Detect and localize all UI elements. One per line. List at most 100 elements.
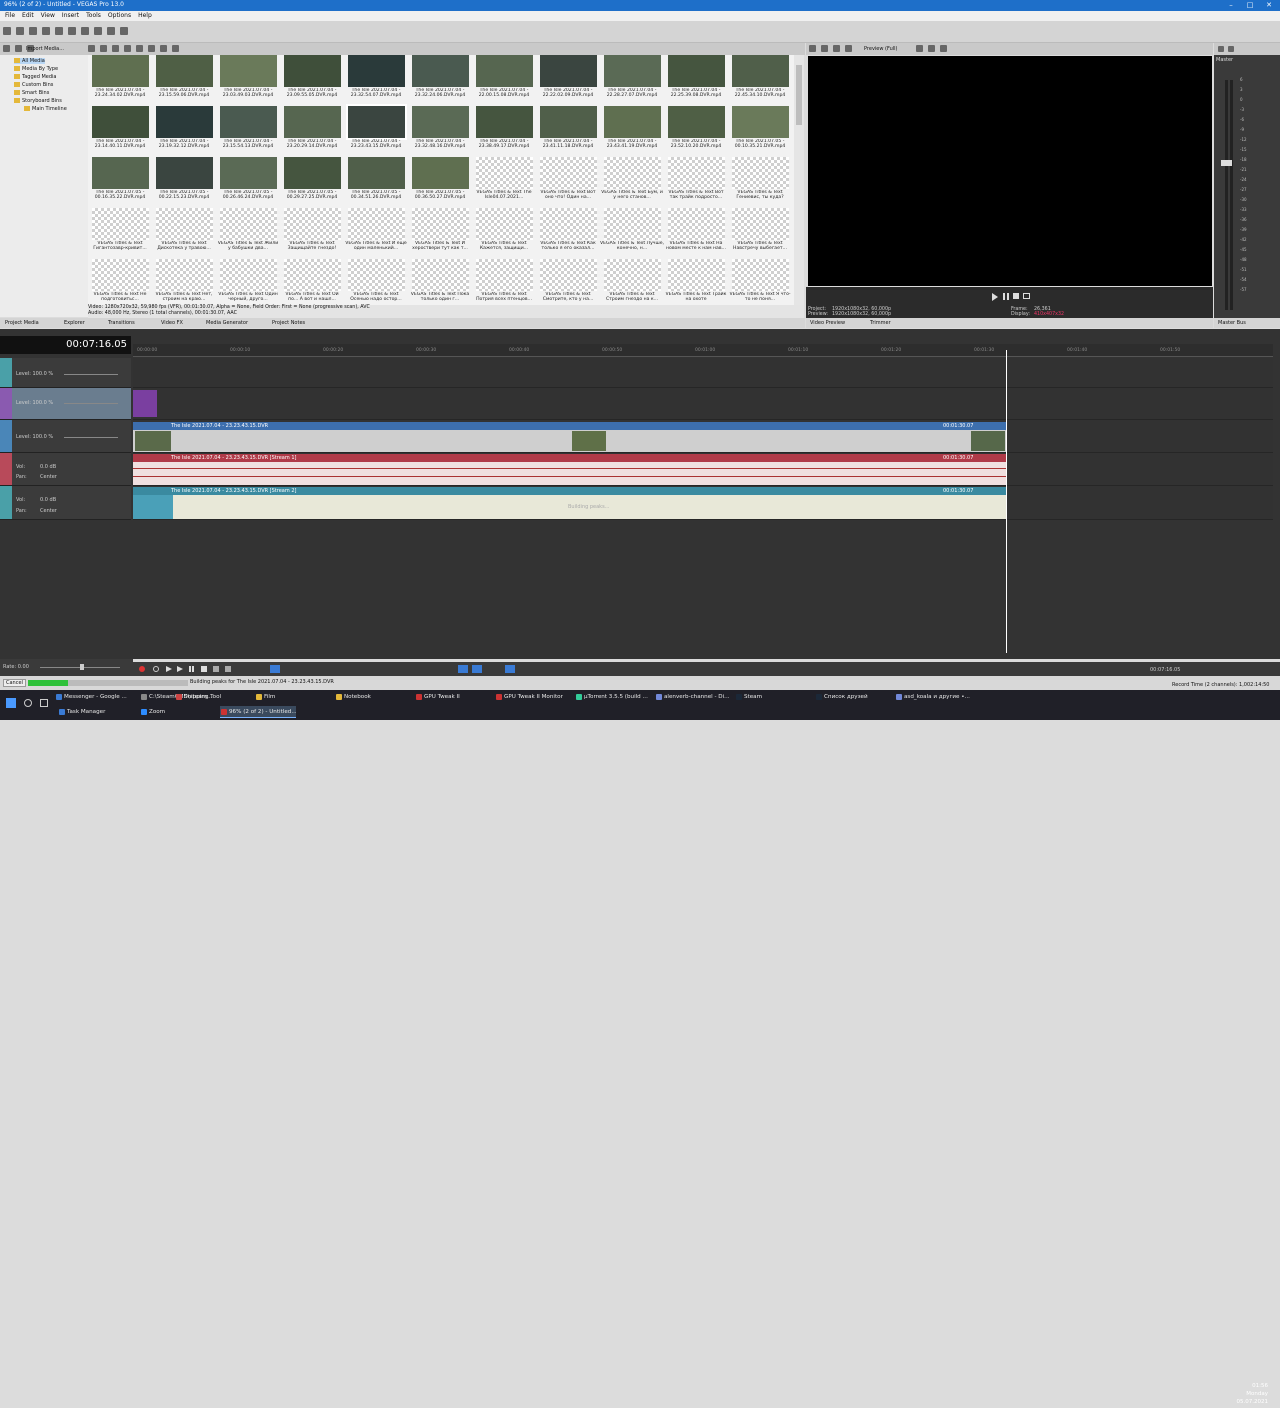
fx-icon[interactable] [1228,46,1234,52]
media-thumbnail[interactable]: VEGAS Titles & Text Трайк на охоте [664,259,728,310]
menu-help[interactable]: Help [138,11,152,21]
tab-video-fx[interactable]: Video FX [161,320,183,326]
settings-icon[interactable] [68,27,76,35]
cut-icon[interactable] [81,27,89,35]
media-thumbnail[interactable]: The Isle 2021.07.04 - 22.25.39.08.DVR.mp… [664,55,728,106]
start-icon[interactable] [6,698,16,708]
split-icon[interactable] [845,45,852,52]
media-thumbnail[interactable]: The Isle 2021.07.04 - 23.43.41.19.DVR.mp… [600,106,664,157]
import-media-button[interactable]: Import Media... [26,46,64,52]
save-snapshot-icon[interactable] [939,45,947,52]
close-button[interactable]: ✕ [1262,0,1276,11]
cancel-button[interactable]: Cancel [3,679,26,687]
media-thumbnail[interactable]: The Isle 2021.07.04 - 23.38.49.17.DVR.mp… [472,106,536,157]
media-thumbnail[interactable]: The Isle 2021.07.04 - 23.09.55.05.DVR.mp… [280,55,344,106]
playhead[interactable] [1006,350,1007,653]
media-thumbnail[interactable]: VEGAS Titles & Text Ой по... А вот и наш… [280,259,344,310]
media-thumbnail[interactable]: VEGAS Titles & Text Кажется, защищи... [472,208,536,259]
lane-audio-1[interactable]: The Isle 2021.07.04 - 23.23.43.15.DVR [S… [133,453,1273,486]
views-icon[interactable] [159,45,167,52]
media-thumbnail[interactable]: VEGAS Titles & Text Защищайте гнездо! [280,208,344,259]
media-thumbnail[interactable]: The Isle 2021.07.05 - 00.16.35.22.DVR.mp… [88,157,152,208]
media-thumbnail[interactable]: VEGAS Titles & Text Один черный, друго..… [216,259,280,310]
tree-item-custom-bins[interactable]: Custom Bins [14,82,53,88]
media-thumbnail[interactable]: VEGAS Titles & Text Жили у бабушки два..… [216,208,280,259]
overlays-icon[interactable] [915,45,923,52]
task-view-icon[interactable] [40,699,48,707]
media-thumbnail[interactable]: VEGAS Titles & Text The Isle04.07.2021..… [472,157,536,208]
taskbar-item[interactable]: asd_koala и другие •... [895,691,973,703]
media-thumbnail[interactable]: The Isle 2021.07.04 - 22.28.27.07.DVR.mp… [600,55,664,106]
stop-icon[interactable] [147,45,155,52]
maximize-button[interactable]: □ [1243,0,1257,11]
media-thumbnail[interactable]: VEGAS Titles & Text Гигантозавр-кривит..… [88,208,152,259]
tree-item-tagged-media[interactable]: Tagged Media [14,74,57,80]
tab-trimmer[interactable]: Trimmer [870,320,891,326]
track-header-video-1[interactable]: Level: 100.0 % [0,358,131,388]
copy-snapshot-icon[interactable] [927,45,935,52]
taskbar-item[interactable]: alenverb-channel - Di... [655,691,733,703]
tab-project-media[interactable]: Project Media [5,320,39,326]
media-thumbnail[interactable]: VEGAS Titles & Text Осенью надо остор... [344,259,408,310]
nav-forward-icon[interactable] [15,45,22,52]
media-thumbnail[interactable]: VEGAS Titles & Text Бум, и у него станов… [600,157,664,208]
track-level-slider[interactable] [64,437,118,438]
media-thumbnail[interactable]: VEGAS Titles & Text Дискотека у травою..… [152,208,216,259]
taskbar-item[interactable]: Task Manager [58,706,134,718]
media-thumbnail[interactable]: VEGAS Titles & Text Вот оно что! Один на… [536,157,600,208]
media-thumbnail[interactable]: The Isle 2021.07.04 - 23.14.40.11.DVR.mp… [88,106,152,157]
track-header-video-3[interactable]: Level: 100.0 % [0,420,131,453]
get-media-icon[interactable] [99,45,107,52]
fx-icon[interactable] [833,45,840,52]
media-thumbnail[interactable]: VEGAS Titles & Text И еще один маленький… [344,208,408,259]
media-thumbnail[interactable]: The Isle 2021.07.05 - 00.22.15.23.DVR.mp… [152,157,216,208]
master-fader[interactable] [1221,160,1232,166]
media-thumbnail[interactable]: The Isle 2021.07.04 - 22.45.34.10.DVR.mp… [728,55,792,106]
track-header-video-2[interactable]: Level: 100.0 % [0,388,131,420]
media-thumbnail[interactable]: The Isle 2021.07.05 - 00.26.46.24.DVR.mp… [216,157,280,208]
audio-event-2[interactable]: The Isle 2021.07.04 - 23.23.43.15.DVR [S… [133,487,1006,519]
media-thumbnail[interactable]: The Isle 2021.07.05 - 00.10.35.21.DVR.mp… [728,106,792,157]
properties-icon[interactable] [55,27,63,35]
play-from-start-icon[interactable] [166,666,172,672]
tab-media-generator[interactable]: Media Generator [206,320,248,326]
render-icon[interactable] [42,27,50,35]
menu-options[interactable]: Options [108,11,131,21]
media-thumbnail[interactable]: VEGAS Titles & Text Пока только один г..… [408,259,472,310]
media-thumbnail[interactable]: The Isle 2021.07.04 - 23.24.34.02.DVR.mp… [88,55,152,106]
stop-icon[interactable] [201,666,207,672]
pause-icon[interactable] [189,666,194,672]
media-thumbnail[interactable]: The Isle 2021.07.04 - 23.32.48.16.DVR.mp… [408,106,472,157]
tab-transitions[interactable]: Transitions [108,320,135,326]
preview-quality[interactable]: Preview (Full) [864,46,898,52]
open-icon[interactable] [16,27,24,35]
lane-video-1[interactable] [133,358,1273,388]
lock-envelopes-icon[interactable] [505,665,515,673]
snap-icon[interactable] [458,665,468,673]
taskbar-item[interactable]: Snipping Tool [175,691,253,703]
tab-explorer[interactable]: Explorer [64,320,85,326]
media-thumbnail[interactable]: The Isle 2021.07.04 - 23.15.59.06.DVR.mp… [152,55,216,106]
preview-settings-icon[interactable] [809,45,816,52]
media-thumbnail[interactable]: VEGAS Titles & Text Строим гнездо на к..… [600,259,664,310]
media-thumbnail[interactable]: VEGAS Titles & Text На новом месте к нам… [664,208,728,259]
media-thumbnail[interactable]: VEGAS Titles & Text Я что-то не поня... [728,259,792,310]
tab-master-bus[interactable]: Master Bus [1218,320,1246,326]
media-thumbnail[interactable]: The Isle 2021.07.05 - 00.34.51.26.DVR.mp… [344,157,408,208]
settings-icon[interactable] [1218,46,1224,52]
minimize-button[interactable]: – [1224,0,1238,11]
media-thumbnail[interactable]: The Isle 2021.07.04 - 23.52.10.20.DVR.mp… [664,106,728,157]
media-thumbnail[interactable]: VEGAS Titles & Text Потрия всех птенцов.… [472,259,536,310]
lane-video-3[interactable]: The Isle 2021.07.04 - 23.23.43.15.DVR 00… [133,420,1273,453]
title-event[interactable] [133,390,157,417]
menu-view[interactable]: View [41,11,55,21]
taskbar-item[interactable]: GPU Tweak II [415,691,493,703]
lane-audio-2[interactable]: The Isle 2021.07.04 - 23.23.43.15.DVR [S… [133,486,1273,520]
taskbar-item[interactable]: 96% (2 of 2) - Untitled... [220,706,296,718]
media-thumbnail[interactable]: The Isle 2021.07.04 - 22.00.15.08.DVR.mp… [472,55,536,106]
media-thumbnail[interactable]: The Isle 2021.07.04 - 23.32.54.07.DVR.mp… [344,55,408,106]
tree-item-media-by-type[interactable]: Media By Type [14,66,58,72]
taskbar-item[interactable]: Steam [735,691,813,703]
media-thumbnail[interactable]: The Isle 2021.07.04 - 23.19.32.12.DVR.mp… [152,106,216,157]
tree-item-storyboard-bins[interactable]: Storyboard Bins [14,98,62,104]
